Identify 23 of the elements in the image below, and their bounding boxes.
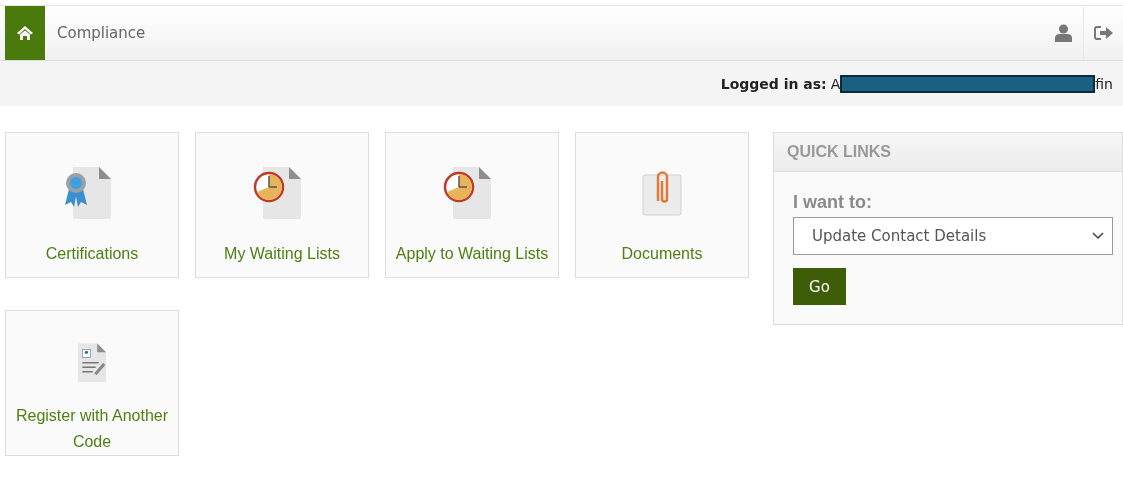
home-icon <box>16 25 34 41</box>
menu-tile[interactable]: Documents <box>575 132 749 278</box>
home-button[interactable] <box>5 6 45 60</box>
menu-tile[interactable]: My Waiting Lists <box>195 132 369 278</box>
action-select[interactable]: Update Contact Details <box>793 217 1113 255</box>
tile-label: Apply to Waiting Lists <box>395 244 549 264</box>
user-name-end: fin <box>1095 75 1113 92</box>
tile-label: Documents <box>621 244 703 264</box>
menu-tile[interactable]: Register with Another Code <box>5 310 179 456</box>
panel-heading: QUICK LINKS <box>774 133 1122 172</box>
tile-label: Certifications <box>45 244 139 264</box>
menu-tile[interactable]: Apply to Waiting Lists <box>385 132 559 278</box>
chevron-icon <box>1092 232 1104 240</box>
user-name-start: A <box>830 75 841 92</box>
app-title: Compliance <box>57 24 147 42</box>
logged-in-label: Logged in as: <box>720 75 827 92</box>
user-icon <box>1054 24 1072 42</box>
tile-label: My Waiting Lists <box>224 244 340 264</box>
tile-label: Register with Another Code <box>14 406 170 452</box>
prompt-label: I want to: <box>793 192 873 213</box>
go-button[interactable]: Go <box>793 268 846 305</box>
menu-tile[interactable]: Certifications <box>5 132 179 278</box>
logout-icon <box>1093 25 1114 41</box>
